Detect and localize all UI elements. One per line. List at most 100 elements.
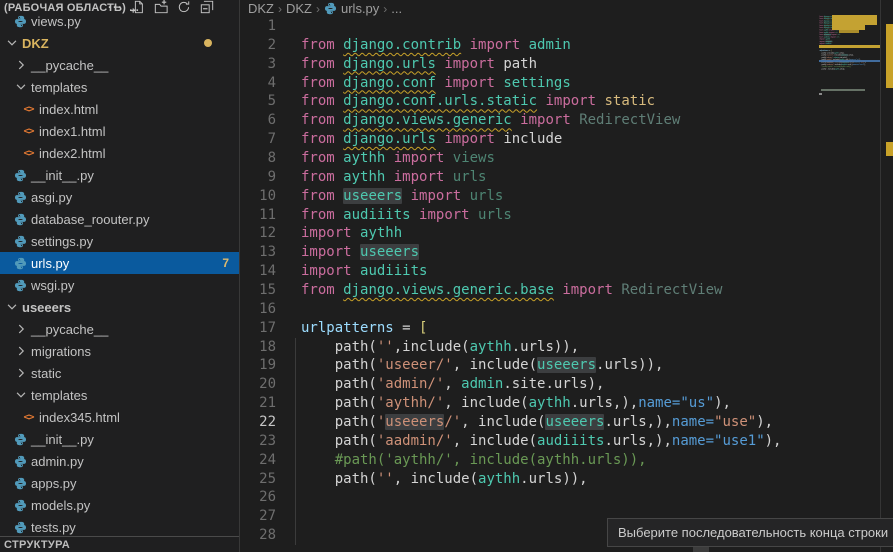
new-file-button[interactable] <box>130 0 146 15</box>
line-number-6[interactable]: 6 <box>241 111 276 130</box>
code-line-14[interactable]: import audiiits <box>301 262 781 281</box>
file-tree: views.pyDKZ__pycache__templates<>index.h… <box>0 10 239 538</box>
line-number-10[interactable]: 10 <box>241 187 276 206</box>
line-number-20[interactable]: 20 <box>241 375 276 394</box>
tree-item--pycache-[interactable]: __pycache__ <box>0 318 239 340</box>
line-number-3[interactable]: 3 <box>241 55 276 74</box>
line-number-1[interactable]: 1 <box>241 17 276 36</box>
tree-item-templates[interactable]: templates <box>0 76 239 98</box>
minimap-current-line <box>819 60 881 63</box>
code-line-12[interactable]: import aythh <box>301 224 781 243</box>
tree-item-wsgi-py[interactable]: wsgi.py <box>0 274 239 296</box>
tree-item-apps-py[interactable]: apps.py <box>0 472 239 494</box>
minimap[interactable]: from django.contrib import adminfrom dja… <box>819 13 881 208</box>
tree-item-urls-py[interactable]: urls.py7 <box>0 252 239 274</box>
code-line-24[interactable]: #path('aythh/', include(aythh.urls)), <box>301 451 781 470</box>
line-number-9[interactable]: 9 <box>241 168 276 187</box>
line-number-13[interactable]: 13 <box>241 243 276 262</box>
code-line-3[interactable]: from django.urls import path <box>301 55 781 74</box>
tree-item-models-py[interactable]: models.py <box>0 494 239 516</box>
tree-item-database-roouter-py[interactable]: database_roouter.py <box>0 208 239 230</box>
line-number-11[interactable]: 11 <box>241 206 276 225</box>
line-number-19[interactable]: 19 <box>241 356 276 375</box>
line-number-7[interactable]: 7 <box>241 130 276 149</box>
line-number-gutter[interactable]: 1234567891011121314151617181920212223242… <box>241 17 276 545</box>
python-file-icon <box>12 15 29 28</box>
code-line-16[interactable] <box>301 300 781 319</box>
breadcrumb-item-DKZ[interactable]: DKZ <box>286 1 312 16</box>
tree-item--init-py[interactable]: __init__.py <box>0 164 239 186</box>
outline-section-header[interactable]: СТРУКТУРА <box>0 536 239 552</box>
tree-item-asgi-py[interactable]: asgi.py <box>0 186 239 208</box>
line-number-27[interactable]: 27 <box>241 507 276 526</box>
python-file-icon <box>12 477 29 490</box>
code-line-8[interactable]: from aythh import views <box>301 149 781 168</box>
code-line-17[interactable]: urlpatterns = [ <box>301 319 781 338</box>
line-number-28[interactable]: 28 <box>241 526 276 545</box>
tree-item-index-html[interactable]: <>index.html <box>0 98 239 120</box>
line-number-14[interactable]: 14 <box>241 262 276 281</box>
line-number-5[interactable]: 5 <box>241 92 276 111</box>
code-line-11[interactable]: from audiiits import urls <box>301 206 781 225</box>
code-line-25[interactable]: path('', include(aythh.urls)), <box>301 470 781 489</box>
code-line-18[interactable]: path('',include(aythh.urls)), <box>301 338 781 357</box>
line-number-21[interactable]: 21 <box>241 394 276 413</box>
line-number-23[interactable]: 23 <box>241 432 276 451</box>
code-line-21[interactable]: path('aythh/', include(aythh.urls,),name… <box>301 394 781 413</box>
breadcrumb-item--[interactable]: ... <box>391 1 402 16</box>
code-line-20[interactable]: path('admin/', admin.site.urls), <box>301 375 781 394</box>
code-line-9[interactable]: from aythh import urls <box>301 168 781 187</box>
explorer-section-header[interactable]: (РАБОЧАЯ ОБЛАСТЬ) ... ··· <box>0 0 239 15</box>
code-lines[interactable]: from django.contrib import adminfrom dja… <box>276 17 781 545</box>
tree-item-useeers[interactable]: useeers <box>0 296 239 318</box>
code-line-2[interactable]: from django.contrib import admin <box>301 36 781 55</box>
line-number-18[interactable]: 18 <box>241 338 276 357</box>
code-line-10[interactable]: from useeers import urls <box>301 187 781 206</box>
tree-item-settings-py[interactable]: settings.py <box>0 230 239 252</box>
breadcrumb-item-DKZ[interactable]: DKZ <box>248 1 274 16</box>
tree-item-templates[interactable]: templates <box>0 384 239 406</box>
code-line-4[interactable]: from django.conf import settings <box>301 74 781 93</box>
line-number-4[interactable]: 4 <box>241 74 276 93</box>
code-line-26[interactable] <box>301 488 781 507</box>
line-number-15[interactable]: 15 <box>241 281 276 300</box>
line-number-8[interactable]: 8 <box>241 149 276 168</box>
code-line-13[interactable]: import useeers <box>301 243 781 262</box>
tree-item-tests-py[interactable]: tests.py <box>0 516 239 538</box>
tree-item-static[interactable]: static <box>0 362 239 384</box>
tree-item-migrations[interactable]: migrations <box>0 340 239 362</box>
overview-ruler[interactable] <box>880 0 893 552</box>
tree-item-index1-html[interactable]: <>index1.html <box>0 120 239 142</box>
tree-item-admin-py[interactable]: admin.py <box>0 450 239 472</box>
code-line-1[interactable] <box>301 17 781 36</box>
eol-tooltip: Выберите последовательность конца строки <box>607 518 893 547</box>
tree-item-index2-html[interactable]: <>index2.html <box>0 142 239 164</box>
code-line-7[interactable]: from django.urls import include <box>301 130 781 149</box>
line-number-22[interactable]: 22 <box>241 413 276 432</box>
chevron-down-icon <box>13 387 29 403</box>
collapse-all-button[interactable] <box>199 0 215 15</box>
line-number-2[interactable]: 2 <box>241 36 276 55</box>
code-line-15[interactable]: from django.views.generic.base import Re… <box>301 281 781 300</box>
warning-marker <box>886 24 893 88</box>
line-number-24[interactable]: 24 <box>241 451 276 470</box>
line-number-16[interactable]: 16 <box>241 300 276 319</box>
code-line-6[interactable]: from django.views.generic import Redirec… <box>301 111 781 130</box>
code-line-23[interactable]: path('aadmin/', include(audiiits.urls,),… <box>301 432 781 451</box>
tree-item-label: index1.html <box>39 124 105 139</box>
code-area[interactable]: 1234567891011121314151617181920212223242… <box>241 17 781 545</box>
new-folder-button[interactable] <box>153 0 169 15</box>
tree-item-index345-html[interactable]: <>index345.html <box>0 406 239 428</box>
code-line-19[interactable]: path('useeer/', include(useeers.urls)), <box>301 356 781 375</box>
code-line-5[interactable]: from django.conf.urls.static import stat… <box>301 92 781 111</box>
refresh-button[interactable] <box>176 0 192 15</box>
line-number-12[interactable]: 12 <box>241 224 276 243</box>
code-line-22[interactable]: path('useeers/', include(useeers.urls,),… <box>301 413 781 432</box>
tree-item--pycache-[interactable]: __pycache__ <box>0 54 239 76</box>
tree-item-DKZ[interactable]: DKZ <box>0 32 239 54</box>
tree-item--init-py[interactable]: __init__.py <box>0 428 239 450</box>
breadcrumb-item-urls-py[interactable]: urls.py <box>324 1 379 16</box>
line-number-25[interactable]: 25 <box>241 470 276 489</box>
line-number-17[interactable]: 17 <box>241 319 276 338</box>
line-number-26[interactable]: 26 <box>241 488 276 507</box>
